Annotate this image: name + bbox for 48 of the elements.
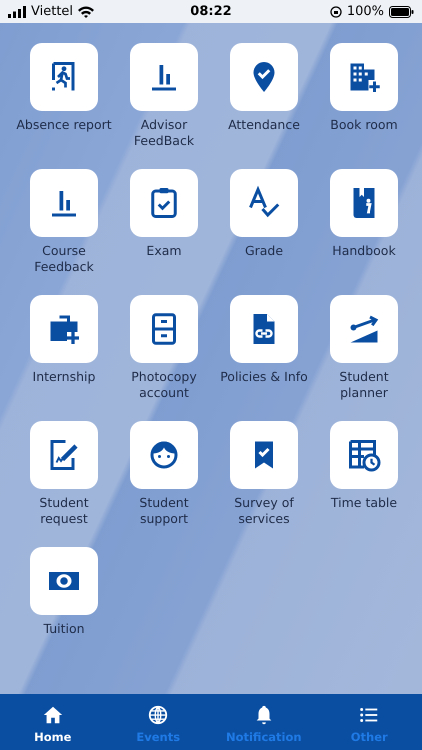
app-label: Internship: [32, 369, 96, 385]
tab-bar-item[interactable]: Events: [106, 694, 211, 750]
app-label: Book room: [329, 117, 399, 133]
signal-icon: [8, 6, 26, 18]
app-label: Course Feedback: [33, 243, 95, 275]
app-tile[interactable]: [30, 421, 98, 489]
app-tile[interactable]: [230, 295, 298, 363]
app-tile[interactable]: [130, 169, 198, 237]
app-tile[interactable]: [130, 295, 198, 363]
app-label: Exam: [145, 243, 183, 259]
app-label: Survey of services: [233, 495, 295, 527]
app-label: Time table: [330, 495, 398, 511]
app-tile[interactable]: [30, 43, 98, 111]
app-label: Photocopy account: [130, 369, 198, 401]
rotation-lock-icon: [330, 6, 342, 18]
app-tile[interactable]: [330, 295, 398, 363]
app-label: Advisor FeedBack: [132, 117, 196, 149]
app-label: Attendance: [227, 117, 301, 133]
app-tile[interactable]: [330, 43, 398, 111]
app-label: Student planner: [338, 369, 390, 401]
app-tile[interactable]: [230, 43, 298, 111]
app-tile[interactable]: [230, 421, 298, 489]
carrier-name: Viettel: [31, 4, 74, 19]
home-icon: [42, 704, 64, 726]
app-tile[interactable]: [30, 169, 98, 237]
battery-icon: [388, 6, 414, 18]
globe-icon: [147, 704, 170, 726]
battery-percent: 100%: [346, 4, 384, 19]
tab-bar-item[interactable]: Home: [0, 694, 106, 750]
app-label: Policies & Info: [219, 369, 309, 385]
tab-bar-item[interactable]: Other: [316, 694, 422, 750]
app-tile[interactable]: [330, 169, 398, 237]
table-clock-icon: [346, 437, 382, 473]
app-label: Student support: [138, 495, 190, 527]
wifi-icon: [78, 6, 94, 18]
app-tile[interactable]: [30, 295, 98, 363]
app-label: Grade: [244, 243, 284, 259]
app-label: Absence report: [15, 117, 113, 133]
app-tile[interactable]: [130, 43, 198, 111]
app-tile[interactable]: [330, 421, 398, 489]
app-tile[interactable]: [230, 169, 298, 237]
app-label: Handbook: [331, 243, 397, 259]
clock-time: 08:22: [190, 4, 232, 19]
app-tile[interactable]: [30, 547, 98, 615]
app-label: Tuition: [42, 621, 86, 637]
app-tile[interactable]: [130, 421, 198, 489]
tab-bar-item[interactable]: Notification: [211, 694, 316, 750]
app-label: Student request: [38, 495, 90, 527]
